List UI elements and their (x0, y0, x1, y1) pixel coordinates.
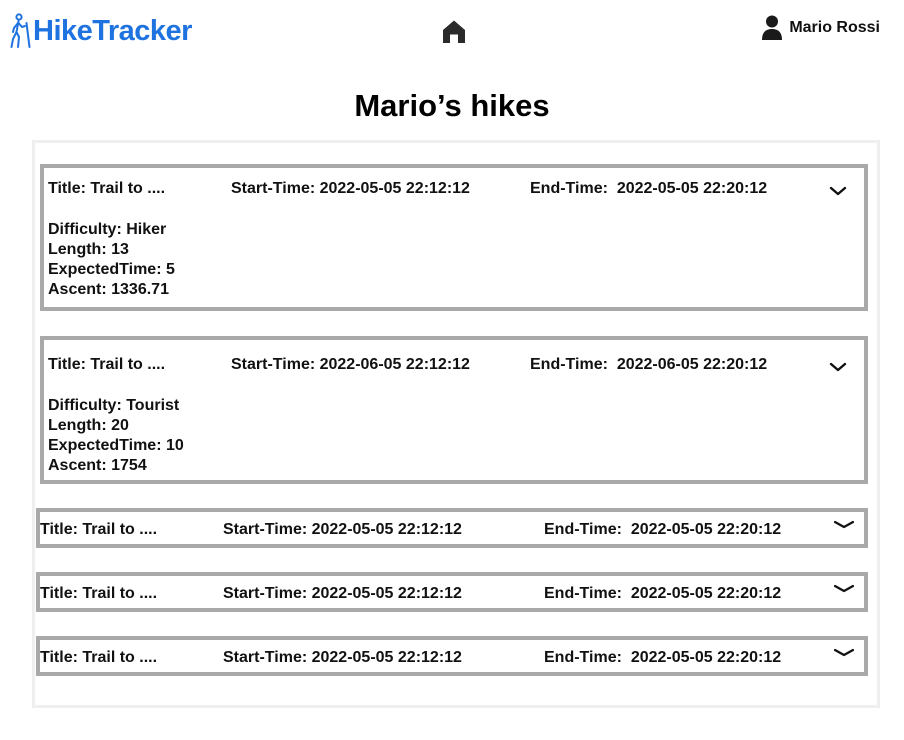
chevron-down-icon[interactable] (828, 360, 848, 374)
hike-title: Title: Trail to .... (40, 521, 158, 538)
hike-card[interactable]: Title: Trail to .... Start-Time: 2022-05… (36, 572, 868, 612)
hike-title: Title: Trail to .... (48, 180, 166, 197)
chevron-down-icon[interactable] (833, 647, 855, 659)
hike-end-time: End-Time: 2022-05-05 22:20:12 (544, 649, 782, 666)
hike-length: Length: 13 (48, 241, 129, 258)
top-header: HikeTracker Mario Rossi (0, 0, 904, 64)
hike-expected-time: ExpectedTime: 10 (48, 437, 184, 454)
user-icon (761, 15, 789, 41)
hike-difficulty: Difficulty: Hiker (48, 221, 167, 238)
hike-ascent: Ascent: 1336.71 (48, 281, 169, 298)
hike-end-time: End-Time: 2022-06-05 22:20:12 (530, 356, 768, 373)
hike-end-time: End-Time: 2022-05-05 22:20:12 (544, 521, 782, 538)
page-title: Mario’s hikes (354, 88, 550, 123)
home-icon[interactable] (440, 17, 468, 45)
chevron-down-icon[interactable] (828, 184, 848, 198)
hike-details: Difficulty: Hiker Length: 13 ExpectedTim… (48, 220, 175, 300)
app-name: HikeTracker (33, 14, 192, 47)
hike-title: Title: Trail to .... (48, 356, 166, 373)
hike-details: Difficulty: Tourist Length: 20 ExpectedT… (48, 396, 184, 476)
hike-start-time: Start-Time: 2022-05-05 22:12:12 (223, 521, 462, 538)
hike-difficulty: Difficulty: Tourist (48, 397, 180, 414)
hike-start-time: Start-Time: 2022-06-05 22:12:12 (231, 356, 470, 373)
chevron-down-icon[interactable] (833, 583, 855, 595)
hike-card[interactable]: Title: Trail to .... Start-Time: 2022-05… (40, 164, 868, 311)
hike-ascent: Ascent: 1754 (48, 457, 147, 474)
app-logo[interactable]: HikeTracker (10, 12, 192, 50)
hike-start-time: Start-Time: 2022-05-05 22:12:12 (223, 585, 462, 602)
hike-start-time: Start-Time: 2022-05-05 22:12:12 (223, 649, 462, 666)
hike-expected-time: ExpectedTime: 5 (48, 261, 175, 278)
user-name: Mario Rossi (789, 19, 880, 36)
hike-title: Title: Trail to .... (40, 585, 158, 602)
hike-end-time: End-Time: 2022-05-05 22:20:12 (544, 585, 782, 602)
hike-card[interactable]: Title: Trail to .... Start-Time: 2022-05… (36, 636, 868, 676)
hike-end-time: End-Time: 2022-05-05 22:20:12 (530, 180, 768, 197)
user-menu[interactable]: Mario Rossi (761, 15, 880, 41)
hike-length: Length: 20 (48, 417, 129, 434)
hike-title: Title: Trail to .... (40, 649, 158, 666)
chevron-down-icon[interactable] (833, 519, 855, 531)
hiker-icon (10, 13, 32, 49)
hike-card[interactable]: Title: Trail to .... Start-Time: 2022-06… (40, 336, 868, 484)
hike-start-time: Start-Time: 2022-05-05 22:12:12 (231, 180, 470, 197)
hike-card[interactable]: Title: Trail to .... Start-Time: 2022-05… (36, 508, 868, 548)
